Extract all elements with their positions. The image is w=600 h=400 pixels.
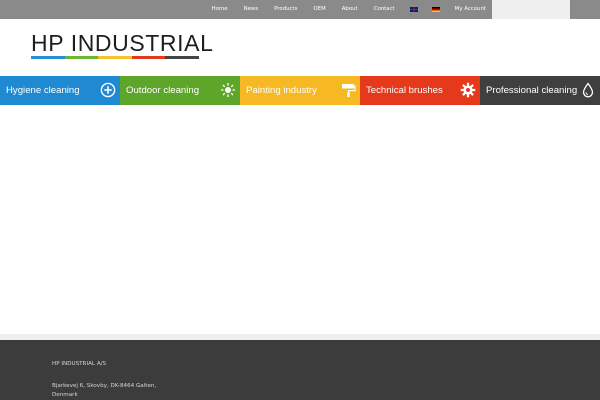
category-professional-cleaning[interactable]: Professional cleaning — [480, 76, 600, 105]
logo-text: HP INDUSTRIAL — [31, 30, 214, 56]
top-navigation: Home News Products OEM About Contact My … — [204, 0, 494, 19]
plus-circle-icon — [100, 82, 116, 98]
category-label: Outdoor cleaning — [126, 85, 200, 96]
category-hygiene-cleaning[interactable]: Hygiene cleaning — [0, 76, 120, 105]
paint-roller-icon — [342, 84, 356, 97]
category-navigation: Hygiene cleaning Outdoor cleaning Painti… — [0, 76, 600, 105]
logo-stripe-segment — [64, 56, 99, 59]
category-technical-brushes[interactable]: Technical brushes — [360, 76, 480, 105]
category-painting-industry[interactable]: Painting industry — [240, 76, 360, 105]
sun-icon — [221, 83, 235, 97]
logo-stripe-segment — [31, 56, 65, 59]
de-flag-icon[interactable] — [431, 7, 440, 12]
nav-products[interactable]: Products — [266, 0, 305, 19]
top-bar: Home News Products OEM About Contact My … — [0, 0, 600, 19]
nav-news[interactable]: News — [236, 0, 267, 19]
logo-stripe-segment — [165, 56, 199, 59]
gear-icon — [460, 82, 476, 98]
nav-contact[interactable]: Contact — [366, 0, 403, 19]
logo-color-stripe — [31, 56, 199, 59]
category-label: Technical brushes — [366, 85, 443, 96]
category-label: Hygiene cleaning — [6, 85, 80, 96]
nav-home[interactable]: Home — [204, 0, 236, 19]
footer-company-name: HP INDUSTRIAL A/S — [52, 361, 107, 367]
category-outdoor-cleaning[interactable]: Outdoor cleaning — [120, 76, 240, 105]
category-label: Professional cleaning — [486, 85, 578, 96]
search-box[interactable] — [492, 0, 570, 19]
category-label: Painting industry — [246, 85, 317, 96]
footer-address-line-1: Bjarkevej 6, Skovby, DK-8464 Galten, — [52, 383, 157, 389]
nav-oem[interactable]: OEM — [305, 0, 333, 19]
logo-stripe-segment — [98, 56, 132, 59]
nav-about[interactable]: About — [334, 0, 366, 19]
site-footer: HP INDUSTRIAL A/S Bjarkevej 6, Skovby, D… — [0, 340, 600, 400]
nav-my-account[interactable]: My Account — [447, 0, 494, 19]
uk-flag-icon[interactable] — [409, 7, 418, 12]
water-drop-icon — [582, 82, 594, 98]
footer-address-line-2: Denmark — [52, 392, 78, 398]
site-logo[interactable]: HP INDUSTRIAL — [31, 32, 213, 59]
logo-stripe-segment — [131, 56, 166, 59]
